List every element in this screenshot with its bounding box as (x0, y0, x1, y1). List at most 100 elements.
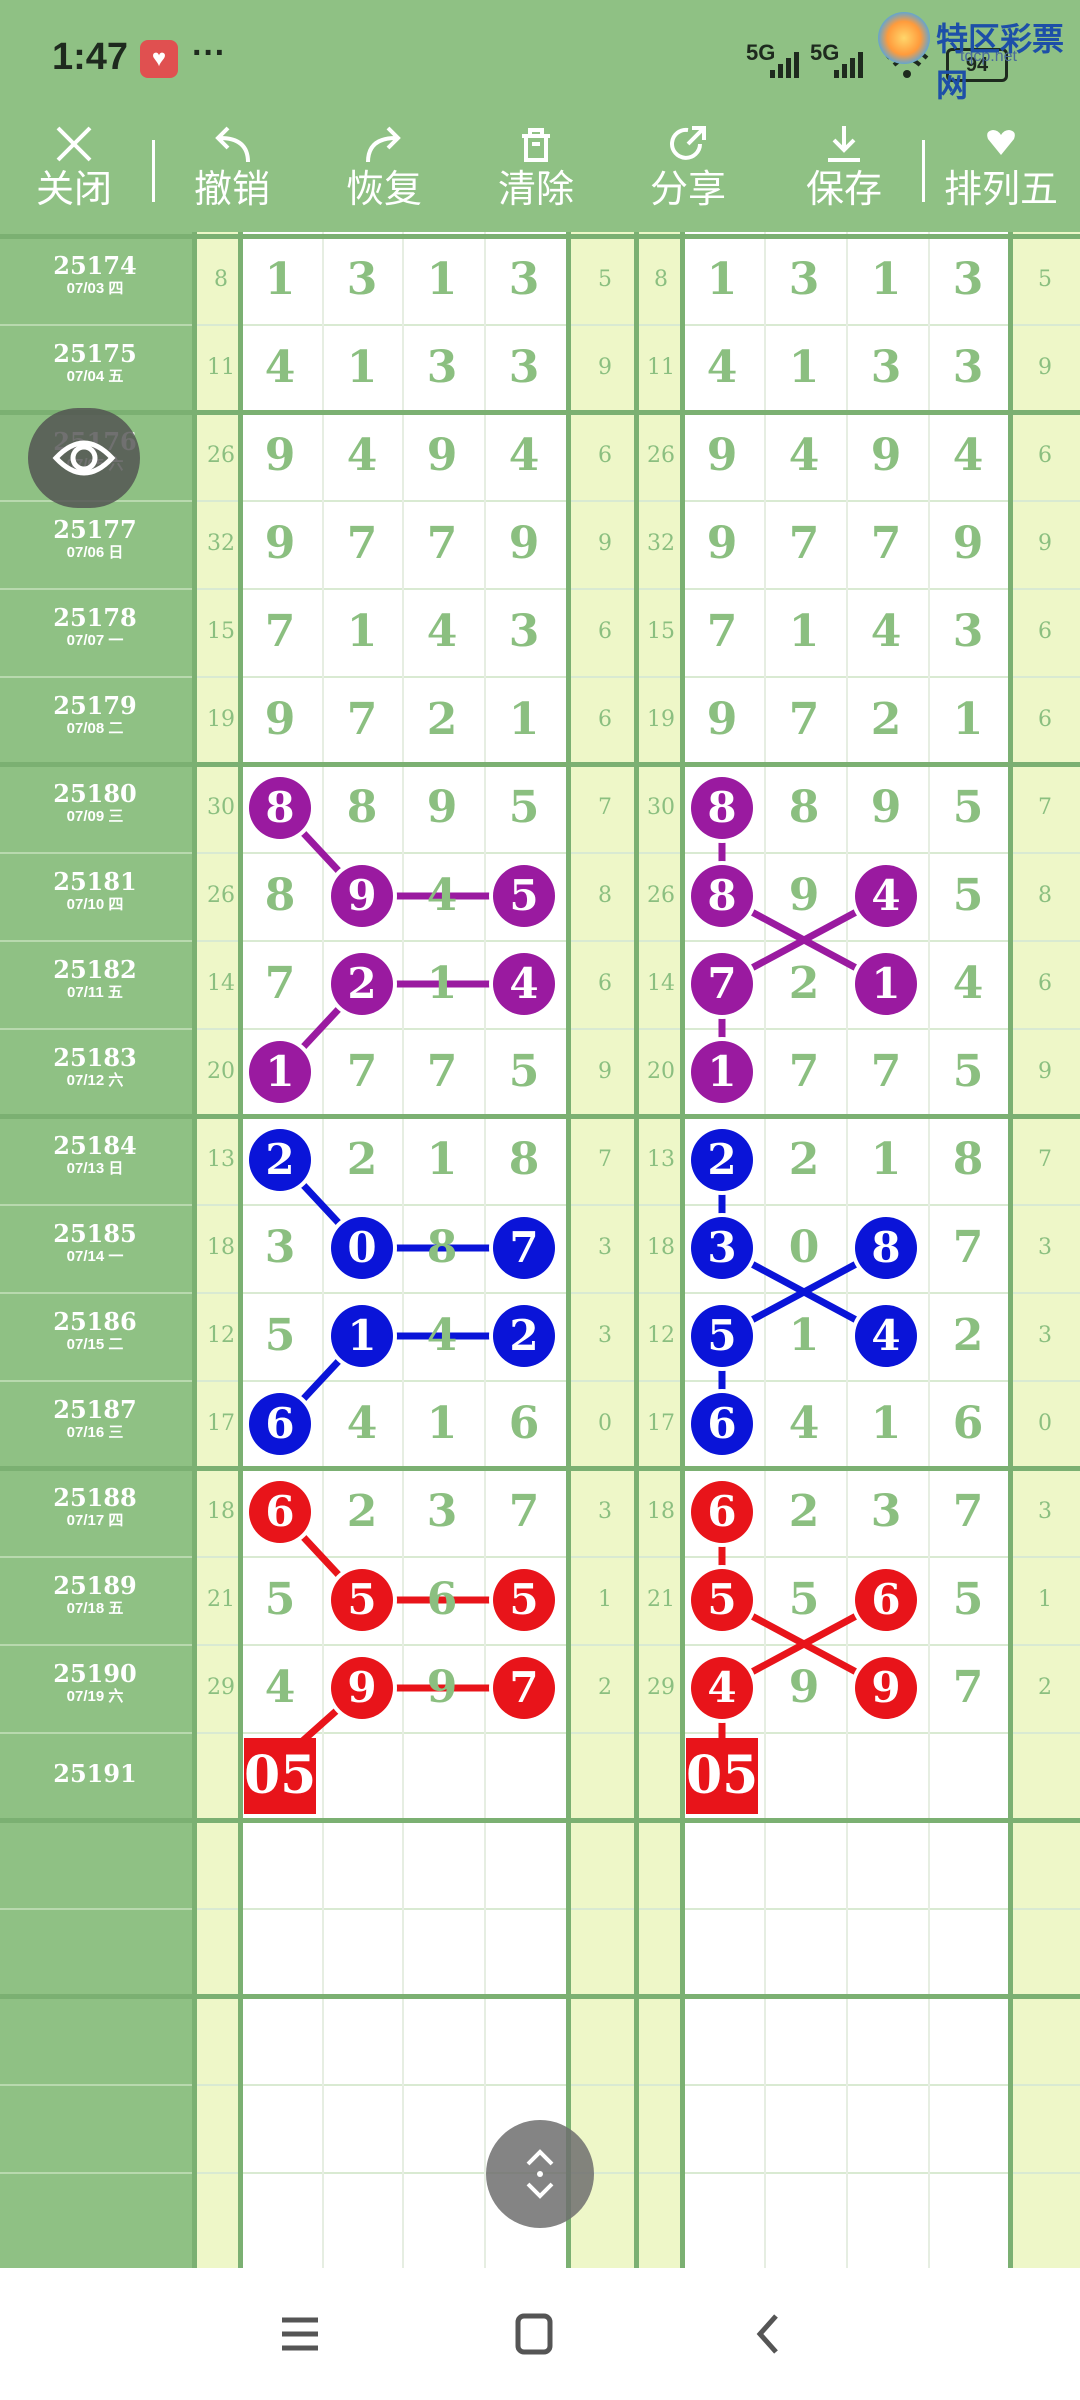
digit-cell[interactable]: 4 (402, 1292, 482, 1380)
digit-cell[interactable]: 1 (402, 940, 482, 1028)
digit-cell[interactable]: 1 (846, 1380, 926, 1468)
digit-cell[interactable]: 5 (928, 764, 1008, 852)
digit-cell[interactable]: 2 (846, 676, 926, 764)
digit-cell[interactable]: 4 (240, 324, 320, 412)
digit-cell[interactable]: 8 (764, 764, 844, 852)
digit-cell[interactable]: 3 (846, 324, 926, 412)
digit-cell[interactable]: 3 (764, 236, 844, 324)
highlight-ball-blue[interactable]: 8 (855, 1217, 917, 1279)
digit-cell[interactable]: 9 (682, 412, 762, 500)
highlight-ball-purple[interactable]: 8 (249, 777, 311, 839)
highlight-ball-purple[interactable]: 1 (691, 1041, 753, 1103)
digit-cell[interactable]: 4 (764, 412, 844, 500)
highlight-ball-blue[interactable]: 1 (331, 1305, 393, 1367)
digit-cell[interactable]: 2 (764, 940, 844, 1028)
digit-cell[interactable]: 4 (484, 412, 564, 500)
highlight-ball-red[interactable]: 5 (493, 1569, 555, 1631)
digit-cell[interactable]: 4 (928, 412, 1008, 500)
digit-cell[interactable]: 8 (322, 764, 402, 852)
trend-chart-grid[interactable]: 25174 07/03 四 8 5 8 5 1 3 1 3 1 3 1 3 25175 07/04 五 11 9 1… (0, 232, 1080, 2268)
digit-cell[interactable]: 9 (402, 412, 482, 500)
digit-cell[interactable]: 5 (764, 1556, 844, 1644)
digit-cell[interactable]: 8 (928, 1116, 1008, 1204)
highlight-ball-purple[interactable]: 1 (855, 953, 917, 1015)
digit-cell[interactable]: 7 (484, 1468, 564, 1556)
digit-cell[interactable]: 5 (928, 852, 1008, 940)
digit-cell[interactable]: 3 (928, 324, 1008, 412)
digit-cell[interactable]: 9 (846, 764, 926, 852)
redo-button[interactable]: 恢复 (324, 110, 444, 232)
digit-cell[interactable]: 4 (240, 1644, 320, 1732)
highlight-ball-purple[interactable]: 2 (331, 953, 393, 1015)
digit-cell[interactable]: 5 (240, 1556, 320, 1644)
digit-cell[interactable]: 7 (846, 500, 926, 588)
digit-cell[interactable]: 3 (928, 588, 1008, 676)
digit-cell[interactable]: 2 (322, 1468, 402, 1556)
digit-cell[interactable]: 1 (484, 676, 564, 764)
highlight-ball-red[interactable]: 6 (855, 1569, 917, 1631)
highlight-ball-red[interactable]: 4 (691, 1657, 753, 1719)
digit-cell[interactable]: 2 (764, 1116, 844, 1204)
prediction-box-left[interactable]: 05 (244, 1738, 316, 1814)
digit-cell[interactable]: 1 (764, 1292, 844, 1380)
undo-button[interactable]: 撤销 (172, 110, 292, 232)
menu-button[interactable] (260, 2302, 340, 2366)
digit-cell[interactable]: 2 (322, 1116, 402, 1204)
digit-cell[interactable]: 8 (484, 1116, 564, 1204)
digit-cell[interactable]: 3 (928, 236, 1008, 324)
digit-cell[interactable]: 2 (764, 1468, 844, 1556)
scroll-toggle-button[interactable] (486, 2120, 594, 2228)
digit-cell[interactable]: 4 (322, 1380, 402, 1468)
highlight-ball-blue[interactable]: 7 (493, 1217, 555, 1279)
digit-cell[interactable]: 7 (764, 676, 844, 764)
highlight-ball-purple[interactable]: 4 (855, 865, 917, 927)
digit-cell[interactable]: 3 (402, 324, 482, 412)
highlight-ball-purple[interactable]: 7 (691, 953, 753, 1015)
digit-cell[interactable]: 5 (240, 1292, 320, 1380)
close-button[interactable]: 关闭 (14, 110, 134, 232)
toggle-visibility-button[interactable] (28, 408, 140, 508)
digit-cell[interactable]: 9 (764, 852, 844, 940)
digit-cell[interactable]: 4 (928, 940, 1008, 1028)
save-button[interactable]: 保存 (784, 110, 904, 232)
highlight-ball-blue[interactable]: 6 (249, 1393, 311, 1455)
highlight-ball-purple[interactable]: 9 (331, 865, 393, 927)
digit-cell[interactable]: 7 (402, 1028, 482, 1116)
digit-cell[interactable]: 1 (846, 1116, 926, 1204)
clear-button[interactable]: 清除 (476, 110, 596, 232)
highlight-ball-purple[interactable]: 5 (493, 865, 555, 927)
digit-cell[interactable]: 3 (484, 324, 564, 412)
digit-cell[interactable]: 4 (682, 324, 762, 412)
digit-cell[interactable]: 6 (484, 1380, 564, 1468)
digit-cell[interactable]: 9 (764, 1644, 844, 1732)
digit-cell[interactable]: 2 (928, 1292, 1008, 1380)
highlight-ball-blue[interactable]: 0 (331, 1217, 393, 1279)
digit-cell[interactable]: 7 (322, 676, 402, 764)
highlight-ball-red[interactable]: 7 (493, 1657, 555, 1719)
highlight-ball-blue[interactable]: 3 (691, 1217, 753, 1279)
digit-cell[interactable]: 4 (402, 852, 482, 940)
highlight-ball-blue[interactable]: 2 (493, 1305, 555, 1367)
digit-cell[interactable]: 9 (240, 676, 320, 764)
digit-cell[interactable]: 7 (764, 1028, 844, 1116)
back-button[interactable] (730, 2302, 810, 2366)
digit-cell[interactable]: 1 (240, 236, 320, 324)
highlight-ball-red[interactable]: 6 (249, 1481, 311, 1543)
digit-cell[interactable]: 7 (322, 500, 402, 588)
digit-cell[interactable]: 9 (240, 500, 320, 588)
digit-cell[interactable]: 9 (682, 676, 762, 764)
digit-cell[interactable]: 7 (402, 500, 482, 588)
lottery-type-dropdown[interactable]: 排列五 (936, 110, 1066, 232)
highlight-ball-red[interactable]: 9 (331, 1657, 393, 1719)
digit-cell[interactable]: 3 (484, 588, 564, 676)
digit-cell[interactable]: 4 (322, 412, 402, 500)
digit-cell[interactable]: 3 (322, 236, 402, 324)
highlight-ball-blue[interactable]: 2 (249, 1129, 311, 1191)
digit-cell[interactable]: 1 (846, 236, 926, 324)
highlight-ball-red[interactable]: 6 (691, 1481, 753, 1543)
share-button[interactable]: 分享 (628, 110, 748, 232)
highlight-ball-blue[interactable]: 6 (691, 1393, 753, 1455)
digit-cell[interactable]: 3 (484, 236, 564, 324)
highlight-ball-red[interactable]: 5 (691, 1569, 753, 1631)
digit-cell[interactable]: 1 (322, 588, 402, 676)
